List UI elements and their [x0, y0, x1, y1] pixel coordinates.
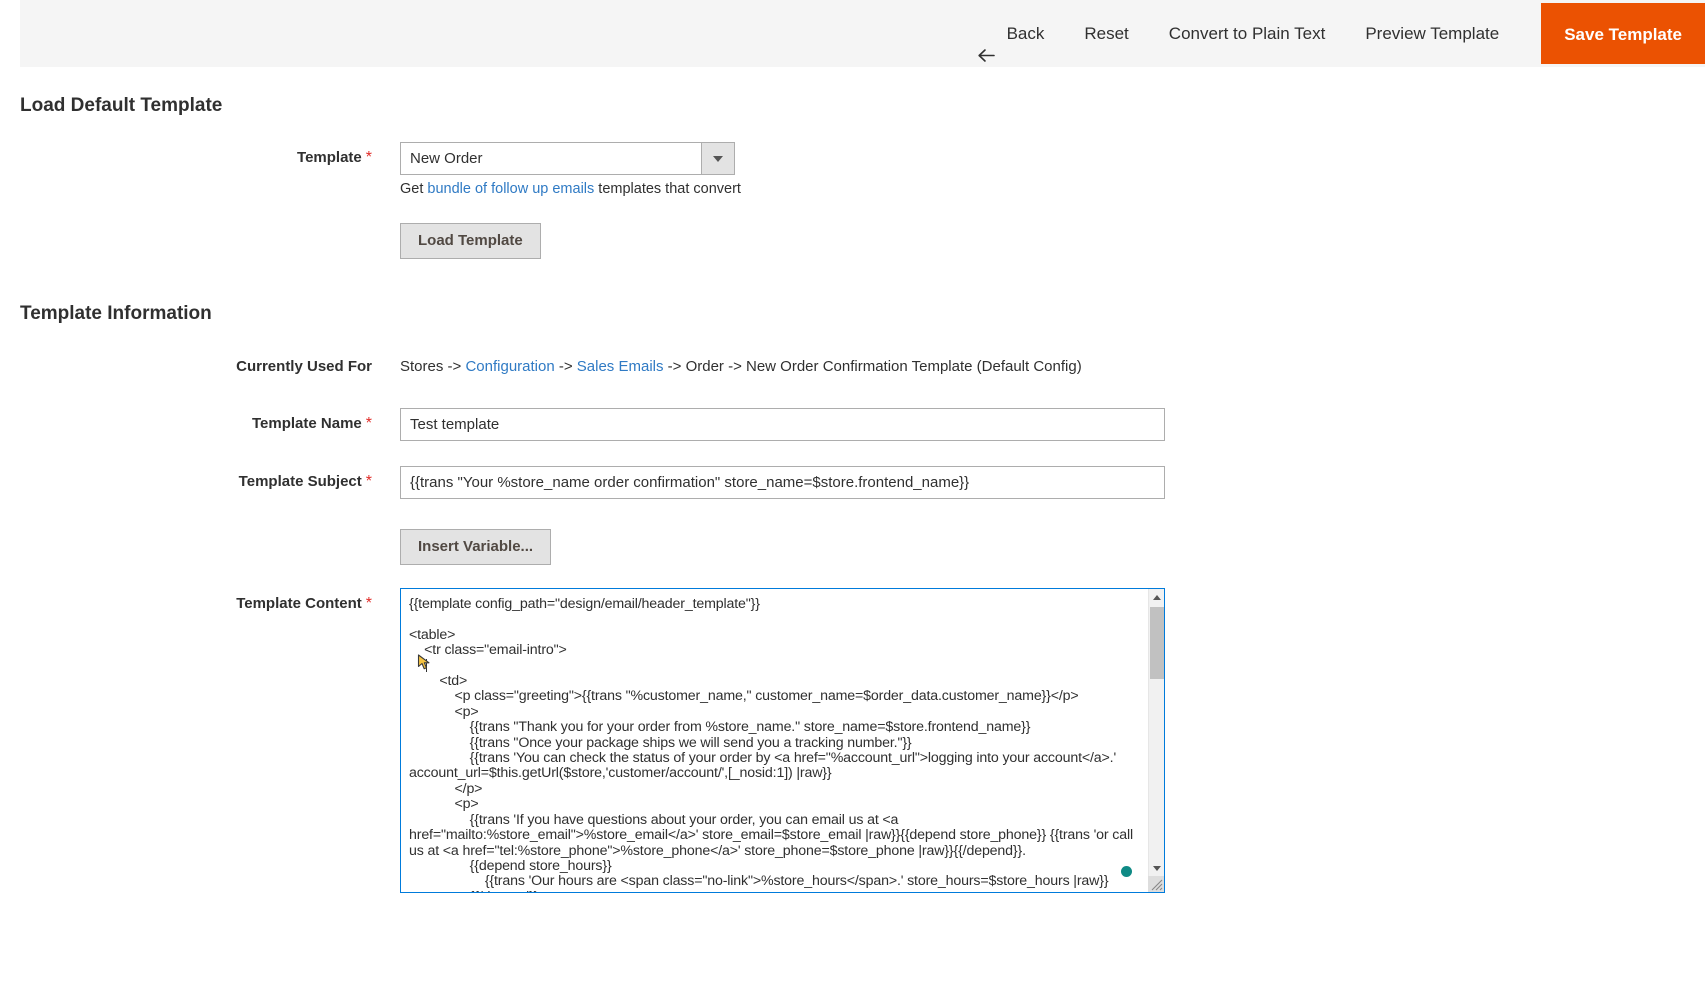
arrow-left-icon	[976, 25, 996, 62]
back-button[interactable]: Back	[952, 0, 1065, 67]
code-line-7: <p class="greeting">{{trans "%customer_n…	[409, 688, 1079, 705]
template-content-textarea[interactable]: {{template config_path="design/email/hea…	[400, 588, 1165, 893]
template-helper-text: Get bundle of follow up emails templates…	[400, 181, 741, 197]
page-actions-toolbar: Back Reset Convert to Plain Text Preview…	[20, 0, 1705, 68]
template-select-control: New Order Get bundle of follow up emails…	[400, 142, 741, 197]
textarea-scrollbar[interactable]	[1148, 589, 1164, 892]
template-select-value: New Order	[410, 150, 483, 167]
code-line-16: {{trans 'Our hours are <span class="no-l…	[409, 873, 1109, 890]
currently-used-for-value: Stores -> Configuration -> Sales Emails …	[400, 351, 1082, 383]
template-name-input[interactable]	[400, 408, 1165, 441]
scrollbar-thumb[interactable]	[1150, 607, 1164, 679]
code-line-6: <td>	[409, 673, 468, 690]
code-line-3: <table>	[409, 626, 456, 643]
template-content-label-text: Template Content	[236, 595, 362, 612]
required-asterisk: *	[365, 149, 372, 166]
template-content-row: Template Content * {{template config_path…	[20, 588, 1165, 893]
configuration-link[interactable]: Configuration	[465, 358, 554, 375]
follow-up-emails-link[interactable]: bundle of follow up emails	[427, 181, 594, 197]
scroll-down-icon[interactable]	[1149, 860, 1164, 876]
required-asterisk: *	[365, 415, 372, 432]
load-template-row: Load Template	[20, 223, 541, 259]
required-asterisk: *	[365, 595, 372, 612]
reset-button[interactable]: Reset	[1064, 0, 1148, 67]
back-button-label: Back	[1006, 24, 1045, 43]
load-template-button[interactable]: Load Template	[400, 223, 541, 259]
status-indicator-dot	[1121, 866, 1132, 877]
code-line-5-cursor	[409, 654, 430, 674]
load-default-template-heading: Load Default Template	[20, 95, 223, 116]
currently-used-for-control: Stores -> Configuration -> Sales Emails …	[400, 351, 1082, 383]
template-subject-control	[400, 466, 1165, 499]
code-line-14: {{trans 'If you have questions about you…	[409, 811, 1137, 859]
insert-variable-button[interactable]: Insert Variable...	[400, 529, 552, 565]
required-asterisk: *	[365, 473, 372, 490]
resize-handle-icon[interactable]	[1148, 876, 1164, 892]
helper-prefix: Get	[400, 181, 428, 197]
insert-variable-control: Insert Variable...	[400, 529, 552, 565]
code-line-15: {{depend store_hours}}	[409, 857, 612, 874]
template-content-code[interactable]: {{template config_path="design/email/hea…	[401, 589, 1149, 892]
template-name-label: Template Name *	[20, 408, 400, 440]
template-select[interactable]: New Order	[400, 142, 735, 175]
currently-used-for-label: Currently Used For	[236, 358, 372, 375]
scroll-up-icon[interactable]	[1149, 589, 1164, 605]
pointing-hand-cursor-icon	[417, 654, 433, 674]
template-subject-row: Template Subject *	[20, 466, 1165, 499]
template-name-control	[400, 408, 1165, 441]
template-select-row: Template * New Order Get bundle of follow…	[20, 142, 741, 197]
sales-emails-link[interactable]: Sales Emails	[577, 358, 664, 375]
template-subject-label: Template Subject *	[20, 466, 400, 498]
template-label-text: Template	[297, 149, 362, 166]
code-line-1: {{template config_path="design/email/hea…	[409, 596, 760, 612]
chevron-down-icon[interactable]	[701, 143, 734, 174]
template-name-label-text: Template Name	[252, 415, 362, 432]
currently-used-for-row: Currently Used For Stores -> Configurati…	[20, 351, 1082, 383]
code-line-17: {{/depend}}	[409, 889, 539, 892]
save-template-button[interactable]: Save Template	[1541, 3, 1705, 64]
template-content-label: Template Content *	[20, 588, 400, 620]
template-information-heading: Template Information	[20, 303, 212, 324]
code-line-12: </p>	[409, 780, 483, 797]
insert-variable-row: Insert Variable...	[20, 529, 552, 565]
code-line-9: {{trans "Thank you for your order from %…	[409, 719, 1031, 736]
main-content: Load Default Template Template * New Orde…	[20, 67, 1705, 983]
convert-to-plain-text-button[interactable]: Convert to Plain Text	[1149, 0, 1346, 67]
template-subject-label-text: Template Subject	[238, 473, 362, 490]
code-line-10: {{trans "Once your package ships we will…	[409, 734, 912, 751]
load-template-control: Load Template	[400, 223, 541, 259]
helper-suffix: templates that convert	[594, 181, 741, 197]
template-content-control: {{template config_path="design/email/hea…	[400, 588, 1165, 893]
code-line-13: <p>	[409, 796, 479, 813]
used-for-part2: ->	[554, 358, 577, 375]
template-subject-input[interactable]	[400, 466, 1165, 499]
used-for-part1: Stores ->	[400, 358, 466, 375]
preview-template-button[interactable]: Preview Template	[1345, 0, 1519, 67]
code-line-11: {{trans 'You can check the status of you…	[409, 750, 1120, 782]
used-for-part3: -> Order -> New Order Confirmation Templ…	[663, 358, 1082, 375]
code-line-8: <p>	[409, 703, 479, 720]
template-field-label: Template *	[20, 142, 400, 174]
template-name-row: Template Name *	[20, 408, 1165, 441]
